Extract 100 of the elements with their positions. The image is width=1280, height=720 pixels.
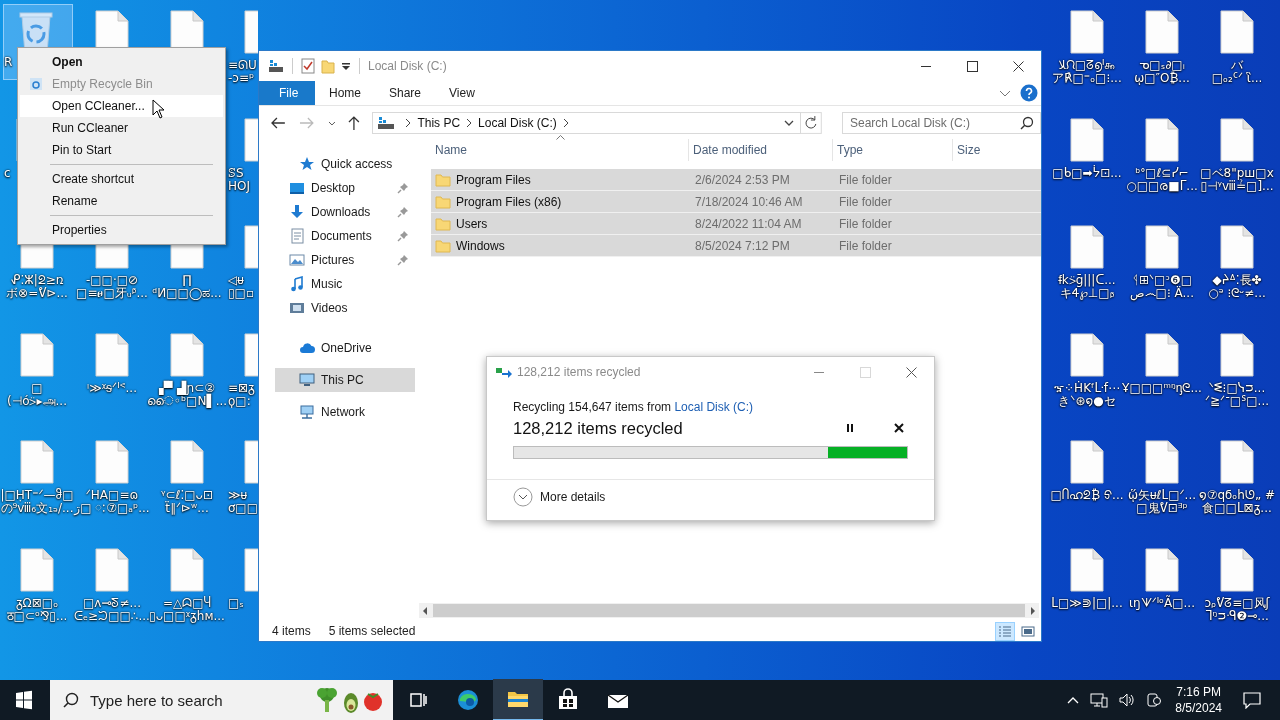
more-details-button[interactable]: More details [487,480,606,507]
clock[interactable]: 7:16 PM 8/5/2024 [1175,684,1222,716]
column-header[interactable]: Size [953,139,1029,161]
file-icon[interactable] [1145,333,1179,377]
nav-item[interactable]: Downloads [275,200,415,224]
file-icon[interactable] [1070,548,1104,592]
ribbon-tab[interactable]: View [435,81,489,105]
picture-icon [289,252,305,268]
menu-item[interactable]: Open [20,51,223,73]
nav-item[interactable]: Videos [275,296,415,320]
menu-item[interactable]: Create shortcut [20,168,223,190]
back-arrow-icon[interactable] [269,115,287,131]
file-icon[interactable] [1145,548,1179,592]
column-header[interactable]: Type [833,139,953,161]
search-input[interactable]: Type here to search [88,690,315,710]
nav-item[interactable]: Documents [275,224,415,248]
search-field[interactable]: Search Local Disk (C:) [842,112,1042,134]
file-icon[interactable] [1145,10,1179,54]
address-bar[interactable]: This PC Local Disk (C:) [372,112,802,134]
file-icon[interactable] [170,548,204,592]
nav-item[interactable]: Network [275,400,415,424]
dropdown-icon[interactable] [341,61,351,71]
file-menu-tab[interactable]: File [259,81,315,105]
file-icon[interactable] [1220,225,1254,269]
breadcrumb-item[interactable]: Local Disk (C:) [478,116,557,130]
progress-status: 128,212 items recycled [513,418,683,438]
icon-label: □ [31,382,43,395]
notifications-icon[interactable] [1242,691,1262,709]
icon-label: ठ□⊂ᵒ⅋▯... [6,610,68,623]
properties-icon[interactable] [301,58,315,74]
file-icon[interactable] [1220,118,1254,162]
nav-item[interactable]: Music [275,272,415,296]
speaker-icon[interactable] [1118,692,1137,708]
file-icon[interactable] [1220,10,1254,54]
scrollbar-thumb[interactable] [433,604,1025,617]
nav-item[interactable]: Quick access [275,152,415,176]
nav-item[interactable]: This PC [275,368,415,392]
file-icon[interactable] [1070,333,1104,377]
file-row[interactable]: Program Files 2/6/2024 2:53 PM File folder [431,169,1041,191]
horizontal-scrollbar[interactable] [419,603,1039,618]
menu-item[interactable]: Rename [20,190,223,212]
file-type: File folder [838,238,893,253]
file-icon[interactable] [1070,440,1104,484]
input-indicator-icon[interactable] [1146,692,1163,708]
menu-item[interactable]: Run CCleaner [20,117,223,139]
icon-label: -□□·□⊘ [85,274,139,287]
nav-item[interactable]: Desktop [275,176,415,200]
maximize-icon [860,367,871,378]
icon-label: ᕵ⁚ⵣ|ᘖ≥ռ [10,274,64,287]
nav-item[interactable]: Pictures [275,248,415,272]
file-row[interactable]: Program Files (x86) 7/18/2024 10:46 AM File folder [431,191,1041,213]
source-link[interactable]: Local Disk (C:) [674,400,754,414]
icon-label: ᒪ□≫⋑|□|... [1051,597,1123,610]
icon-label: ▯□▫ [228,287,255,300]
menu-item[interactable]: Open CCleaner... [20,95,223,117]
mouse-pointer-icon [152,99,165,119]
file-icon[interactable] [1070,118,1104,162]
folder-icon[interactable] [493,679,543,720]
file-icon[interactable] [1145,118,1179,162]
ribbon-tab[interactable]: Home [315,81,375,105]
file-icon[interactable] [1220,440,1254,484]
file-icon[interactable] [1070,225,1104,269]
drive-icon [268,59,284,73]
maximize-icon[interactable] [967,61,978,72]
date-modified: 2/6/2024 2:53 PM [694,172,791,187]
search-input[interactable]: Search Local Disk (C:) [843,116,1021,130]
menu-item[interactable]: Pin to Start [20,139,223,161]
nav-item[interactable]: OneDrive [275,336,415,360]
file-row[interactable]: Users 8/24/2022 11:04 AM File folder [431,213,1041,235]
file-icon[interactable] [1145,440,1179,484]
icon-label: ボ⊗=ᕓ⊳... [6,287,68,300]
help-icon[interactable] [1020,84,1038,102]
network-icon[interactable] [1090,692,1109,708]
icon-label: ○□□ര■ᒥ... [1126,180,1198,193]
file-icon[interactable] [1220,548,1254,592]
icon-label: □鬼ᕓ⊡ᴲᵖ [1136,502,1188,515]
ribbon-tab[interactable]: Share [375,81,436,105]
column-header[interactable]: Date modified [689,139,833,161]
taskbar-search-field[interactable]: Type here to search [50,680,393,720]
desktop-icon [289,180,305,196]
file-icon[interactable] [170,333,204,377]
file-icon[interactable] [170,440,204,484]
film-icon [289,300,305,316]
file-row[interactable]: Windows 8/5/2024 7:12 PM File folder [431,235,1041,257]
file-icon[interactable] [1220,333,1254,377]
file-icon[interactable] [1070,10,1104,54]
recycle-transfer-icon [495,365,513,379]
icon-label: ơ□□ [228,502,258,515]
menu-item[interactable]: Properties [20,219,223,241]
refresh-icon[interactable] [800,112,822,134]
search-icon[interactable] [1020,116,1035,130]
pause-icon[interactable] [844,422,856,434]
close-icon[interactable] [906,367,917,378]
icon-label: ൈ◦ᵇ□N▌... [146,395,228,408]
close-icon[interactable] [1013,61,1024,72]
file-name: Windows [456,238,505,253]
breadcrumb-item[interactable]: This PC [417,116,461,130]
cancel-icon[interactable] [893,422,905,434]
column-header[interactable]: Name [431,139,689,161]
file-icon[interactable] [1145,225,1179,269]
